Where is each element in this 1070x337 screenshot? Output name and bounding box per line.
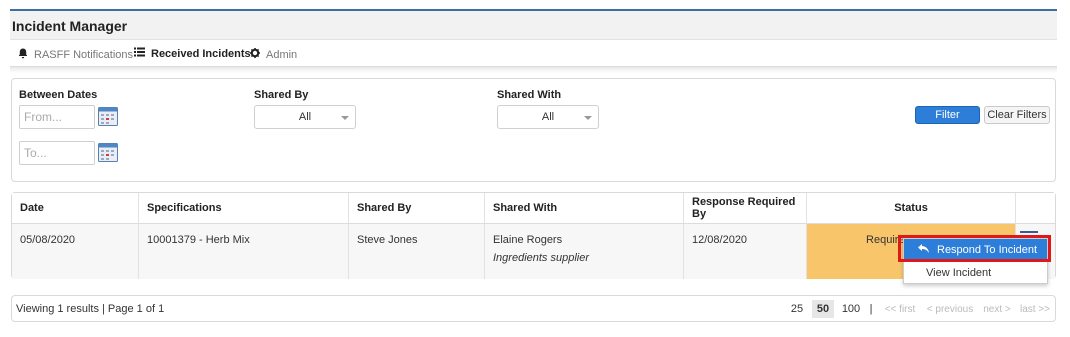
calendar-icon[interactable] — [98, 142, 118, 162]
table-cell-specifications: 10001379 - Herb Mix — [139, 224, 349, 279]
row-actions-dropdown: Respond To Incident View Incident — [903, 238, 1048, 284]
list-icon — [134, 47, 145, 60]
column-header-specifications[interactable]: Specifications — [139, 193, 349, 224]
pagination-separator: | — [869, 303, 873, 315]
reply-icon — [918, 243, 929, 256]
filter-panel: Between Dates Shared By All Shared With … — [11, 78, 1056, 182]
respond-to-incident-menu-item[interactable]: Respond To Incident — [904, 239, 1047, 260]
table-cell-date: 05/08/2020 — [12, 224, 139, 279]
view-incident-menu-item[interactable]: View Incident — [904, 262, 1047, 283]
tab-shadow — [10, 67, 1057, 73]
column-header-response-required-by[interactable]: Response Required By — [684, 193, 807, 224]
chevron-down-icon — [584, 116, 592, 120]
next-page-link[interactable]: next > — [980, 300, 1014, 318]
shared-by-value: All — [298, 111, 312, 123]
first-page-link[interactable]: << first — [882, 300, 918, 318]
previous-page-link[interactable]: < previous — [924, 300, 976, 318]
menu-item-label: Respond To Incident — [937, 243, 1038, 256]
page-size-25[interactable]: 25 — [787, 300, 807, 318]
column-header-date[interactable]: Date — [12, 193, 139, 224]
shared-with-name: Elaine Rogers — [493, 234, 563, 246]
clear-filters-button[interactable]: Clear Filters — [984, 106, 1050, 124]
between-dates-label: Between Dates — [19, 89, 98, 101]
calendar-icon[interactable] — [98, 106, 118, 126]
tab-label: Received Incidents — [151, 47, 251, 60]
gear-icon — [250, 48, 260, 61]
column-header-actions — [1016, 193, 1055, 224]
table-cell-shared-by: Steve Jones — [349, 224, 485, 279]
chevron-down-icon — [341, 116, 349, 120]
incidents-table: Date Specifications Shared By Shared Wit… — [11, 192, 1056, 279]
shared-with-value: All — [541, 111, 555, 123]
shared-by-select[interactable]: All — [254, 105, 356, 129]
page-size-50[interactable]: 50 — [812, 300, 834, 318]
page-size-100[interactable]: 100 — [839, 300, 863, 318]
tab-bar: RASFF Notifications Received Incidents A… — [10, 40, 1057, 69]
results-info: Viewing 1 results | Page 1 of 1 — [16, 303, 165, 315]
tab-label: Admin — [266, 48, 298, 61]
tab-rasff-notifications[interactable]: RASFF Notifications — [12, 40, 139, 69]
tab-label: RASFF Notifications — [34, 48, 134, 61]
column-header-shared-by[interactable]: Shared By — [349, 193, 485, 224]
bell-icon — [18, 48, 28, 62]
pagination-bar: Viewing 1 results | Page 1 of 1 25 50 10… — [11, 295, 1056, 322]
table-cell-shared-with: Elaine Rogers Ingredients supplier — [485, 224, 684, 279]
to-date-input[interactable] — [19, 141, 95, 165]
tab-admin[interactable]: Admin — [244, 40, 303, 69]
shared-with-organisation: Ingredients supplier — [493, 252, 590, 264]
page-title: Incident Manager — [12, 18, 128, 34]
tab-received-incidents[interactable]: Received Incidents — [128, 40, 257, 69]
shared-with-label: Shared With — [497, 89, 562, 101]
last-page-link[interactable]: last >> — [1018, 300, 1052, 318]
filter-button[interactable]: Filter — [915, 106, 980, 124]
table-cell-response-required-by: 12/08/2020 — [684, 224, 807, 279]
shared-by-label: Shared By — [254, 89, 309, 101]
app-header: Incident Manager — [10, 11, 1057, 40]
shared-with-select[interactable]: All — [497, 105, 599, 129]
column-header-status[interactable]: Status — [807, 193, 1016, 224]
column-header-shared-with[interactable]: Shared With — [485, 193, 684, 224]
from-date-input[interactable] — [19, 105, 95, 129]
